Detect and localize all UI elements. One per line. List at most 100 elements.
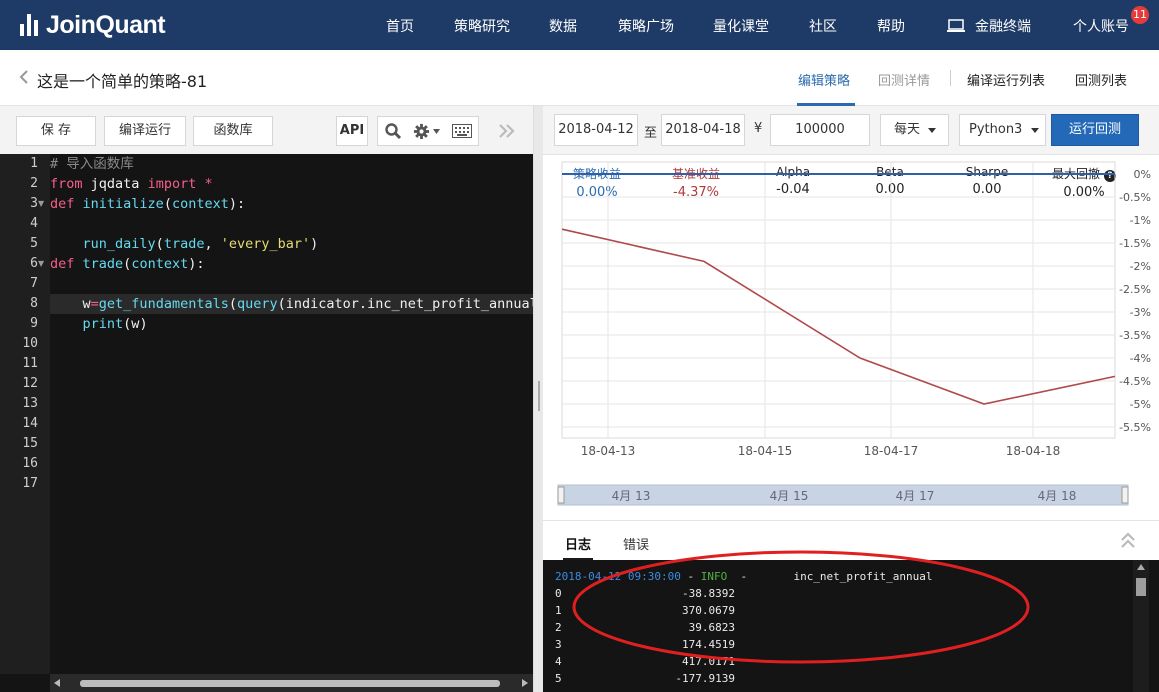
scroll-up-icon[interactable] (1137, 564, 1145, 570)
strategy-title[interactable]: 这是一个简单的策略-81 (37, 68, 207, 92)
tab-backtest-list[interactable]: 回测列表 (1075, 70, 1127, 89)
code-line[interactable]: run_daily(trade, 'every_bar') (50, 234, 319, 254)
nav-item-terminal-label: 金融终端 (975, 19, 1031, 35)
navigator-label: 4月 13 (612, 489, 651, 503)
run-backtest-button[interactable]: 运行回测 (1051, 114, 1139, 146)
tab-edit-strategy[interactable]: 编辑策略 (798, 70, 850, 89)
log-row-value: -38.8392 (682, 587, 735, 600)
y-tick-label: -5.5% (1119, 421, 1151, 434)
splitter-grip[interactable] (538, 381, 540, 411)
scroll-left-icon[interactable] (54, 679, 60, 687)
horizontal-scroll-thumb[interactable] (80, 680, 500, 687)
frequency-select[interactable]: 每天 (880, 114, 949, 146)
log-row-index: 2 (555, 621, 562, 634)
editor-toolbar: 保 存 编译运行 函数库 API (0, 106, 540, 154)
tab-errors[interactable]: 错误 (623, 534, 649, 553)
language-select[interactable]: Python3 (959, 114, 1046, 146)
top-navigation-bar: JoinQuant 首页 策略研究 数据 策略广场 量化课堂 社区 帮助 金融终… (0, 0, 1159, 50)
function-library-button[interactable]: 函数库 (193, 116, 273, 146)
nav-item-terminal[interactable]: 金融终端 (947, 16, 1031, 36)
keyboard-icon[interactable] (452, 124, 473, 138)
search-icon[interactable] (384, 122, 402, 140)
code-line[interactable]: print(w) (50, 314, 148, 334)
fold-arrow-icon[interactable]: ▼ (38, 254, 44, 274)
log-row: 4 417.0171 (555, 653, 735, 670)
line-number: 16 (22, 456, 38, 471)
y-tick-label: -2.5% (1119, 283, 1151, 296)
code-editor[interactable]: 1 2 3 ▼ 4 5 6 ▼ 7 8 9 10 11 12 13 14 15 … (0, 154, 533, 692)
x-tick-label: 18-04-17 (864, 444, 918, 458)
nav-item-data[interactable]: 数据 (549, 16, 577, 36)
y-tick-label: -4.5% (1119, 375, 1151, 388)
line-number: 12 (22, 376, 38, 391)
end-date-input[interactable]: 2018-04-18 (661, 114, 745, 146)
monitor-icon (947, 19, 965, 32)
tab-log[interactable]: 日志 (565, 534, 591, 553)
line-number: 5 (30, 236, 38, 251)
nav-item-strategy-square[interactable]: 策略广场 (618, 16, 674, 36)
navigator-label: 4月 15 (770, 489, 809, 503)
y-tick-label: -0.5% (1119, 191, 1151, 204)
code-line[interactable]: def initialize(context): (50, 194, 245, 214)
editor-pane: 保 存 编译运行 函数库 API 1 2 3 ▼ 4 5 6 ▼ 7 8 9 1… (0, 106, 540, 692)
log-panel: 日志 错误 2018-04-12 09:30:00 - INFO - inc_n… (543, 520, 1159, 692)
nav-item-help[interactable]: 帮助 (877, 16, 905, 36)
brand-name: JoinQuant (46, 10, 166, 39)
log-tabs: 日志 错误 (543, 520, 1159, 561)
log-row-value: 370.0679 (682, 604, 735, 617)
double-chevron-right-icon[interactable] (498, 124, 516, 138)
line-number: 17 (22, 476, 38, 491)
nav-item-quant-class[interactable]: 量化课堂 (713, 16, 769, 36)
vertical-scroll-thumb[interactable] (1136, 578, 1146, 596)
nav-item-strategy-research[interactable]: 策略研究 (454, 16, 510, 36)
log-output[interactable]: 2018-04-12 09:30:00 - INFO - inc_net_pro… (543, 560, 1159, 692)
navigator-label: 4月 18 (1038, 489, 1077, 503)
nav-item-home[interactable]: 首页 (386, 16, 414, 36)
pane-splitter[interactable] (533, 106, 543, 692)
log-row: 1 370.0679 (555, 602, 735, 619)
returns-chart[interactable]: 0% -0.5% -1% -1.5% -2% -2.5% -3% -3.5% -4% -4.5% -… (543, 155, 1159, 521)
scroll-right-icon[interactable] (522, 679, 528, 687)
collapse-up-icon[interactable] (1121, 533, 1135, 549)
vertical-scrollbar[interactable] (1133, 560, 1149, 692)
y-tick-label: -3.5% (1119, 329, 1151, 342)
compile-run-button[interactable]: 编译运行 (104, 116, 186, 146)
benchmark-returns-line (561, 228, 1116, 405)
tab-compile-run-list[interactable]: 编译运行列表 (967, 70, 1045, 89)
chevron-left-icon[interactable] (19, 70, 29, 84)
currency-symbol: ¥ (754, 121, 763, 136)
notification-badge[interactable]: 11 (1131, 6, 1149, 24)
fold-arrow-icon[interactable]: ▼ (38, 194, 44, 214)
nav-item-community[interactable]: 社区 (809, 16, 837, 36)
code-line[interactable]: w=get_fundamentals(query(indicator.inc_n… (50, 294, 533, 314)
code-line[interactable]: from jqdata import * (50, 174, 213, 194)
line-number: 1 (30, 156, 38, 171)
x-tick-label: 18-04-15 (738, 444, 792, 458)
line-number: 10 (22, 336, 38, 351)
y-tick-label: -1.5% (1119, 237, 1151, 250)
code-line[interactable]: def trade(context): (50, 254, 205, 274)
log-row: 2 39.6823 (555, 619, 735, 636)
settings-dropdown[interactable] (413, 123, 441, 140)
y-tick-label: -5% (1130, 398, 1151, 411)
log-row-index: 0 (555, 587, 562, 600)
start-date-input[interactable]: 2018-04-12 (554, 114, 638, 146)
tab-backtest-details[interactable]: 回测详情 (878, 70, 930, 89)
caret-down-icon (1031, 128, 1039, 133)
save-button[interactable]: 保 存 (16, 116, 96, 146)
line-number-gutter: 1 2 3 ▼ 4 5 6 ▼ 7 8 9 10 11 12 13 14 15 … (0, 154, 50, 674)
strategy-title-bar: 这是一个简单的策略-81 编辑策略 回测详情 编译运行列表 回测列表 (0, 50, 1159, 106)
nav-item-account[interactable]: 个人账号 (1073, 16, 1129, 36)
horizontal-scrollbar[interactable] (50, 674, 533, 692)
caret-down-icon (928, 128, 936, 133)
api-button[interactable]: API (336, 116, 368, 146)
line-number: 11 (22, 356, 38, 371)
tab-divider (950, 70, 951, 86)
log-row-index: 4 (555, 655, 562, 668)
log-row-value: 39.6823 (688, 621, 735, 634)
capital-input[interactable]: 100000 (770, 114, 870, 146)
plot-area-border (561, 161, 1116, 439)
joinquant-logo[interactable]: JoinQuant (20, 10, 166, 40)
code-line[interactable]: # 导入函数库 (50, 154, 134, 174)
line-number: 14 (22, 416, 38, 431)
